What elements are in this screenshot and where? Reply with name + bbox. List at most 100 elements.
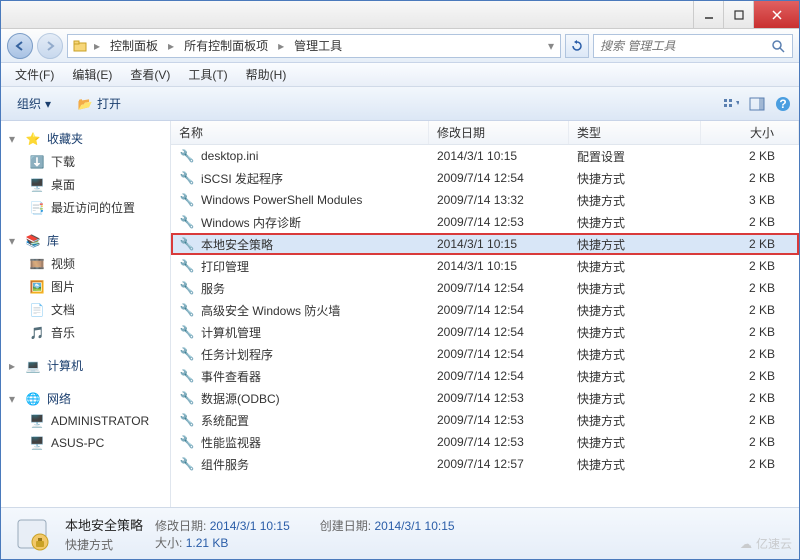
network-icon: 🌐 bbox=[25, 391, 41, 407]
file-type: 快捷方式 bbox=[569, 388, 701, 409]
file-row[interactable]: 🔧计算机管理2009/7/14 12:54快捷方式2 KB bbox=[171, 321, 799, 343]
menu-bar: 文件(F) 编辑(E) 查看(V) 工具(T) 帮助(H) bbox=[1, 63, 799, 87]
file-type: 快捷方式 bbox=[569, 300, 701, 321]
content-area: ▾⭐收藏夹 ⬇️下载 🖥️桌面 📑最近访问的位置 ▾📚库 🎞️视频 🖼️图片 📄… bbox=[1, 121, 799, 507]
open-button[interactable]: 📂打开 bbox=[69, 91, 129, 116]
shortcut-icon: 🔧 bbox=[179, 236, 195, 252]
file-type: 快捷方式 bbox=[569, 454, 701, 475]
column-type[interactable]: 类型 bbox=[569, 121, 701, 144]
file-row[interactable]: 🔧任务计划程序2009/7/14 12:54快捷方式2 KB bbox=[171, 343, 799, 365]
shortcut-icon: 🔧 bbox=[179, 302, 195, 318]
file-date: 2009/7/14 12:57 bbox=[429, 455, 569, 473]
file-type: 快捷方式 bbox=[569, 168, 701, 189]
file-row[interactable]: 🔧打印管理2014/3/1 10:15快捷方式2 KB bbox=[171, 255, 799, 277]
file-row[interactable]: 🔧Windows 内存诊断2009/7/14 12:53快捷方式2 KB bbox=[171, 211, 799, 233]
shortcut-icon: 🔧 bbox=[179, 346, 195, 362]
created-label: 创建日期: bbox=[320, 519, 371, 533]
menu-edit[interactable]: 编辑(E) bbox=[64, 63, 120, 86]
file-row[interactable]: 🔧事件查看器2009/7/14 12:54快捷方式2 KB bbox=[171, 365, 799, 387]
file-name: 系统配置 bbox=[201, 412, 249, 429]
folder-icon bbox=[72, 38, 88, 54]
file-size: 2 KB bbox=[701, 301, 799, 319]
size-value: 1.21 KB bbox=[186, 536, 229, 550]
address-bar[interactable]: ▸ 控制面板 ▸ 所有控制面板项 ▸ 管理工具 ▾ bbox=[67, 34, 561, 58]
modified-value: 2014/3/1 10:15 bbox=[210, 519, 290, 533]
file-row[interactable]: 🔧服务2009/7/14 12:54快捷方式2 KB bbox=[171, 277, 799, 299]
breadcrumb-item[interactable]: 管理工具 bbox=[290, 35, 346, 56]
maximize-button[interactable] bbox=[723, 1, 753, 28]
file-row[interactable]: 🔧组件服务2009/7/14 12:57快捷方式2 KB bbox=[171, 453, 799, 475]
network-group[interactable]: ▾🌐网络 bbox=[1, 387, 170, 410]
menu-tools[interactable]: 工具(T) bbox=[180, 63, 235, 86]
list-body[interactable]: 🔧desktop.ini2014/3/1 10:15配置设置2 KB🔧iSCSI… bbox=[171, 145, 799, 507]
breadcrumb-item[interactable]: 所有控制面板项 bbox=[180, 35, 272, 56]
search-box[interactable] bbox=[593, 34, 793, 58]
shortcut-icon: 🔧 bbox=[179, 170, 195, 186]
file-type: 快捷方式 bbox=[569, 366, 701, 387]
file-row[interactable]: 🔧iSCSI 发起程序2009/7/14 12:54快捷方式2 KB bbox=[171, 167, 799, 189]
file-size: 2 KB bbox=[701, 323, 799, 341]
file-row[interactable]: 🔧系统配置2009/7/14 12:53快捷方式2 KB bbox=[171, 409, 799, 431]
file-row[interactable]: 🔧Windows PowerShell Modules2009/7/14 13:… bbox=[171, 189, 799, 211]
file-size: 2 KB bbox=[701, 367, 799, 385]
column-date[interactable]: 修改日期 bbox=[429, 121, 569, 144]
sidebar-item-downloads[interactable]: ⬇️下载 bbox=[1, 150, 170, 173]
file-type: 快捷方式 bbox=[569, 234, 701, 255]
back-button[interactable] bbox=[7, 33, 33, 59]
column-size[interactable]: 大小 bbox=[701, 121, 799, 144]
shortcut-icon: 🔧 bbox=[179, 390, 195, 406]
close-button[interactable] bbox=[753, 1, 799, 28]
sidebar-item-pictures[interactable]: 🖼️图片 bbox=[1, 275, 170, 298]
file-row[interactable]: 🔧性能监视器2009/7/14 12:53快捷方式2 KB bbox=[171, 431, 799, 453]
file-type: 快捷方式 bbox=[569, 212, 701, 233]
file-row[interactable]: 🔧desktop.ini2014/3/1 10:15配置设置2 KB bbox=[171, 145, 799, 167]
view-options-button[interactable] bbox=[723, 96, 739, 112]
pc-icon: 🖥️ bbox=[29, 435, 45, 451]
chevron-right-icon[interactable]: ▸ bbox=[276, 39, 286, 53]
sidebar-item-videos[interactable]: 🎞️视频 bbox=[1, 252, 170, 275]
video-icon: 🎞️ bbox=[29, 256, 45, 272]
shortcut-icon: 🔧 bbox=[179, 434, 195, 450]
breadcrumb-item[interactable]: 控制面板 bbox=[106, 35, 162, 56]
libraries-group[interactable]: ▾📚库 bbox=[1, 229, 170, 252]
forward-button[interactable] bbox=[37, 33, 63, 59]
watermark: ☁亿速云 bbox=[740, 535, 792, 552]
search-input[interactable] bbox=[600, 39, 770, 53]
sidebar-item-network-host[interactable]: 🖥️ADMINISTRATOR bbox=[1, 410, 170, 432]
favorites-group[interactable]: ▾⭐收藏夹 bbox=[1, 127, 170, 150]
file-size: 2 KB bbox=[701, 411, 799, 429]
sidebar-item-recent[interactable]: 📑最近访问的位置 bbox=[1, 196, 170, 219]
refresh-button[interactable] bbox=[565, 34, 589, 58]
libraries-icon: 📚 bbox=[25, 233, 41, 249]
menu-view[interactable]: 查看(V) bbox=[122, 63, 178, 86]
chevron-down-icon[interactable]: ▾ bbox=[546, 39, 556, 53]
file-type: 快捷方式 bbox=[569, 322, 701, 343]
sidebar-item-desktop[interactable]: 🖥️桌面 bbox=[1, 173, 170, 196]
sidebar-item-network-host[interactable]: 🖥️ASUS-PC bbox=[1, 432, 170, 454]
file-type: 快捷方式 bbox=[569, 410, 701, 431]
file-name: Windows PowerShell Modules bbox=[201, 193, 362, 207]
file-date: 2014/3/1 10:15 bbox=[429, 257, 569, 275]
explorer-window: ▸ 控制面板 ▸ 所有控制面板项 ▸ 管理工具 ▾ 文件(F) 编辑(E) 查看… bbox=[0, 0, 800, 560]
search-icon bbox=[770, 38, 786, 54]
recent-icon: 📑 bbox=[29, 200, 45, 216]
help-button[interactable]: ? bbox=[775, 96, 791, 112]
menu-help[interactable]: 帮助(H) bbox=[238, 63, 295, 86]
chevron-right-icon[interactable]: ▸ bbox=[92, 39, 102, 53]
file-row[interactable]: 🔧高级安全 Windows 防火墙2009/7/14 12:54快捷方式2 KB bbox=[171, 299, 799, 321]
music-icon: 🎵 bbox=[29, 325, 45, 341]
file-date: 2014/3/1 10:15 bbox=[429, 147, 569, 165]
shortcut-icon: 🔧 bbox=[179, 412, 195, 428]
chevron-right-icon[interactable]: ▸ bbox=[166, 39, 176, 53]
organize-button[interactable]: 组织 ▾ bbox=[9, 91, 59, 116]
file-row[interactable]: 🔧数据源(ODBC)2009/7/14 12:53快捷方式2 KB bbox=[171, 387, 799, 409]
sidebar-item-music[interactable]: 🎵音乐 bbox=[1, 321, 170, 344]
file-row[interactable]: 🔧本地安全策略2014/3/1 10:15快捷方式2 KB bbox=[171, 233, 799, 255]
sidebar-item-documents[interactable]: 📄文档 bbox=[1, 298, 170, 321]
column-name[interactable]: 名称 bbox=[171, 121, 429, 144]
preview-pane-button[interactable] bbox=[749, 96, 765, 112]
minimize-button[interactable] bbox=[693, 1, 723, 28]
file-date: 2009/7/14 12:53 bbox=[429, 389, 569, 407]
menu-file[interactable]: 文件(F) bbox=[7, 63, 62, 86]
computer-group[interactable]: ▸💻计算机 bbox=[1, 354, 170, 377]
